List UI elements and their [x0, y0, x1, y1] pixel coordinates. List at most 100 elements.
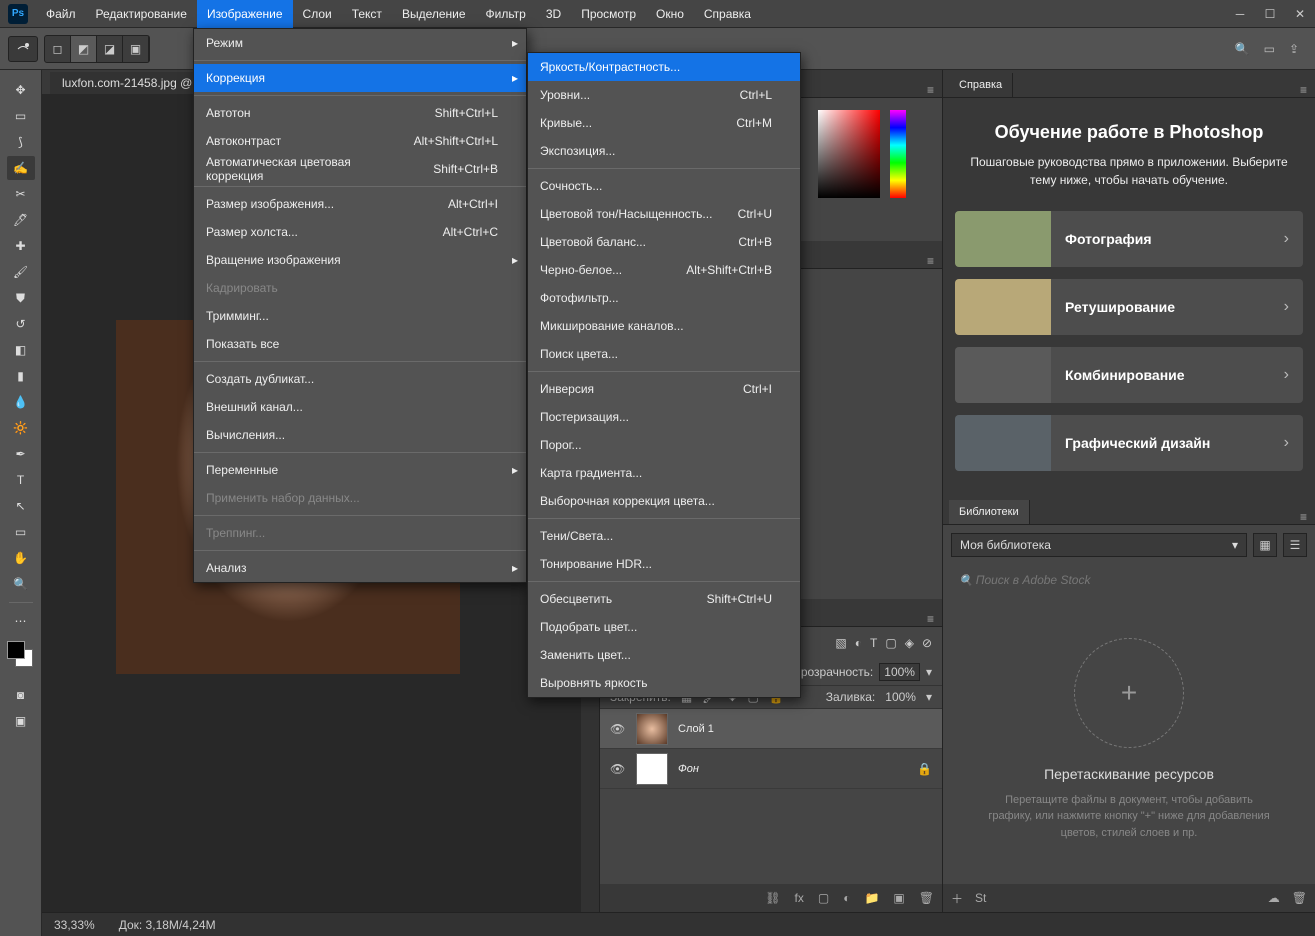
type-tool[interactable]: T: [7, 468, 35, 492]
foreground-color[interactable]: [7, 641, 25, 659]
intersect-selection-icon[interactable]: ▣: [123, 36, 149, 62]
filter-smart-icon[interactable]: ◈: [905, 636, 914, 650]
zoom-tool[interactable]: 🔍: [7, 572, 35, 596]
menu-item[interactable]: Тени/Света...: [528, 522, 800, 550]
group-icon[interactable]: 📁: [864, 891, 879, 905]
menu-item[interactable]: Размер изображения...Alt+Ctrl+I: [194, 190, 526, 218]
menu-item[interactable]: ОбесцветитьShift+Ctrl+U: [528, 585, 800, 613]
layer-fx-icon[interactable]: fx: [795, 891, 804, 905]
filter-shape-icon[interactable]: ▢: [885, 636, 896, 650]
menu-item[interactable]: Кривые...Ctrl+M: [528, 109, 800, 137]
library-selector[interactable]: Моя библиотека▾: [951, 533, 1247, 557]
menu-item[interactable]: Постеризация...: [528, 403, 800, 431]
filter-adjust-icon[interactable]: ◐: [855, 636, 862, 650]
menu-window[interactable]: Окно: [646, 0, 694, 28]
opacity-value[interactable]: 100%: [879, 663, 920, 681]
stock-icon[interactable]: St: [975, 891, 986, 905]
menu-item[interactable]: Поиск цвета...: [528, 340, 800, 368]
color-swatches[interactable]: [7, 641, 35, 669]
menu-item[interactable]: АвтотонShift+Ctrl+L: [194, 99, 526, 127]
current-tool-icon[interactable]: [8, 36, 38, 62]
panel-menu-icon[interactable]: ≡: [919, 254, 942, 268]
delete-asset-icon[interactable]: 🗑: [1292, 891, 1307, 905]
menu-item[interactable]: Вращение изображения▸: [194, 246, 526, 274]
menu-filter[interactable]: Фильтр: [476, 0, 536, 28]
zoom-level[interactable]: 33,33%: [54, 918, 95, 932]
new-selection-icon[interactable]: ◻: [45, 36, 71, 62]
menu-item[interactable]: Анализ▸: [194, 554, 526, 582]
fill-value[interactable]: 100%: [885, 690, 916, 704]
link-layers-icon[interactable]: ⛓: [765, 891, 780, 905]
doc-size[interactable]: Док: 3,18M/4,24M: [119, 918, 216, 932]
quick-select-tool[interactable]: ✍: [7, 156, 35, 180]
shape-tool[interactable]: ▭: [7, 520, 35, 544]
share-icon[interactable]: ⇪: [1289, 42, 1299, 56]
document-tab[interactable]: luxfon.com-21458.jpg @ 2: [50, 72, 215, 94]
layer-name[interactable]: Слой 1: [678, 723, 714, 735]
menu-text[interactable]: Текст: [342, 0, 392, 28]
menu-image[interactable]: Изображение: [197, 0, 293, 28]
maximize-icon[interactable]: ☐: [1255, 0, 1285, 28]
layer-thumbnail[interactable]: [636, 713, 668, 745]
search-icon[interactable]: 🔍: [1235, 42, 1250, 56]
blur-tool[interactable]: 💧: [7, 390, 35, 414]
layer-row[interactable]: 👁 Слой 1: [600, 709, 942, 749]
subtract-selection-icon[interactable]: ◪: [97, 36, 123, 62]
menu-item[interactable]: Выборочная коррекция цвета...: [528, 487, 800, 515]
menu-item[interactable]: Экспозиция...: [528, 137, 800, 165]
minimize-icon[interactable]: ─: [1225, 0, 1255, 28]
hand-tool[interactable]: ✋: [7, 546, 35, 570]
menu-item[interactable]: Сочность...: [528, 172, 800, 200]
add-asset-icon[interactable]: ＋: [951, 890, 963, 907]
menu-layers[interactable]: Слои: [293, 0, 342, 28]
eyedropper-tool[interactable]: 🖊: [7, 208, 35, 232]
menu-item[interactable]: ИнверсияCtrl+I: [528, 375, 800, 403]
hue-strip[interactable]: [890, 110, 906, 198]
tab-help[interactable]: Справка: [949, 73, 1013, 97]
topic-retouch[interactable]: Ретуширование ›: [955, 279, 1303, 335]
topic-graphic[interactable]: Графический дизайн ›: [955, 415, 1303, 471]
menu-item[interactable]: Коррекция▸: [194, 64, 526, 92]
layer-name[interactable]: Фон: [678, 763, 699, 775]
gradient-tool[interactable]: ▮: [7, 364, 35, 388]
marquee-tool[interactable]: ▭: [7, 104, 35, 128]
menu-help[interactable]: Справка: [694, 0, 761, 28]
menu-item[interactable]: Порог...: [528, 431, 800, 459]
menu-file[interactable]: Файл: [36, 0, 86, 28]
filter-pixel-icon[interactable]: ▧: [835, 636, 846, 650]
menu-item[interactable]: Заменить цвет...: [528, 641, 800, 669]
visibility-icon[interactable]: 👁: [610, 722, 626, 736]
menu-item[interactable]: Переменные▸: [194, 456, 526, 484]
add-selection-icon[interactable]: ◩: [71, 36, 97, 62]
tab-libraries[interactable]: Библиотеки: [949, 500, 1030, 524]
menu-item[interactable]: Цветовой тон/Насыщенность...Ctrl+U: [528, 200, 800, 228]
history-brush-tool[interactable]: ↺: [7, 312, 35, 336]
panel-menu-icon[interactable]: ≡: [919, 83, 942, 97]
menu-select[interactable]: Выделение: [392, 0, 476, 28]
menu-item[interactable]: Уровни...Ctrl+L: [528, 81, 800, 109]
menu-item[interactable]: Микширование каналов...: [528, 312, 800, 340]
menu-item[interactable]: Черно-белое...Alt+Shift+Ctrl+B: [528, 256, 800, 284]
quick-mask-icon[interactable]: ◙: [7, 683, 35, 707]
menu-item[interactable]: Яркость/Контрастность...: [528, 53, 800, 81]
menu-edit[interactable]: Редактирование: [86, 0, 197, 28]
menu-item[interactable]: Тонирование HDR...: [528, 550, 800, 578]
layer-thumbnail[interactable]: [636, 753, 668, 785]
crop-tool[interactable]: ✂: [7, 182, 35, 206]
brush-tool[interactable]: 🖌: [7, 260, 35, 284]
topic-combine[interactable]: Комбинирование ›: [955, 347, 1303, 403]
filter-type-icon[interactable]: T: [870, 636, 877, 650]
menu-item[interactable]: Автоматическая цветовая коррекцияShift+C…: [194, 155, 526, 183]
healing-tool[interactable]: ✚: [7, 234, 35, 258]
delete-layer-icon[interactable]: 🗑: [919, 891, 934, 905]
menu-item[interactable]: Режим▸: [194, 29, 526, 57]
menu-item[interactable]: Подобрать цвет...: [528, 613, 800, 641]
menu-item[interactable]: Вычисления...: [194, 421, 526, 449]
menu-item[interactable]: АвтоконтрастAlt+Shift+Ctrl+L: [194, 127, 526, 155]
pen-tool[interactable]: ✒: [7, 442, 35, 466]
screen-mode-icon[interactable]: ▣: [7, 709, 35, 733]
list-view-icon[interactable]: ☰: [1283, 533, 1307, 557]
lasso-tool[interactable]: ⟆: [7, 130, 35, 154]
edit-toolbar-icon[interactable]: ⋯: [7, 609, 35, 633]
library-search[interactable]: 🔍 Поиск в Adobe Stock: [951, 569, 1307, 591]
